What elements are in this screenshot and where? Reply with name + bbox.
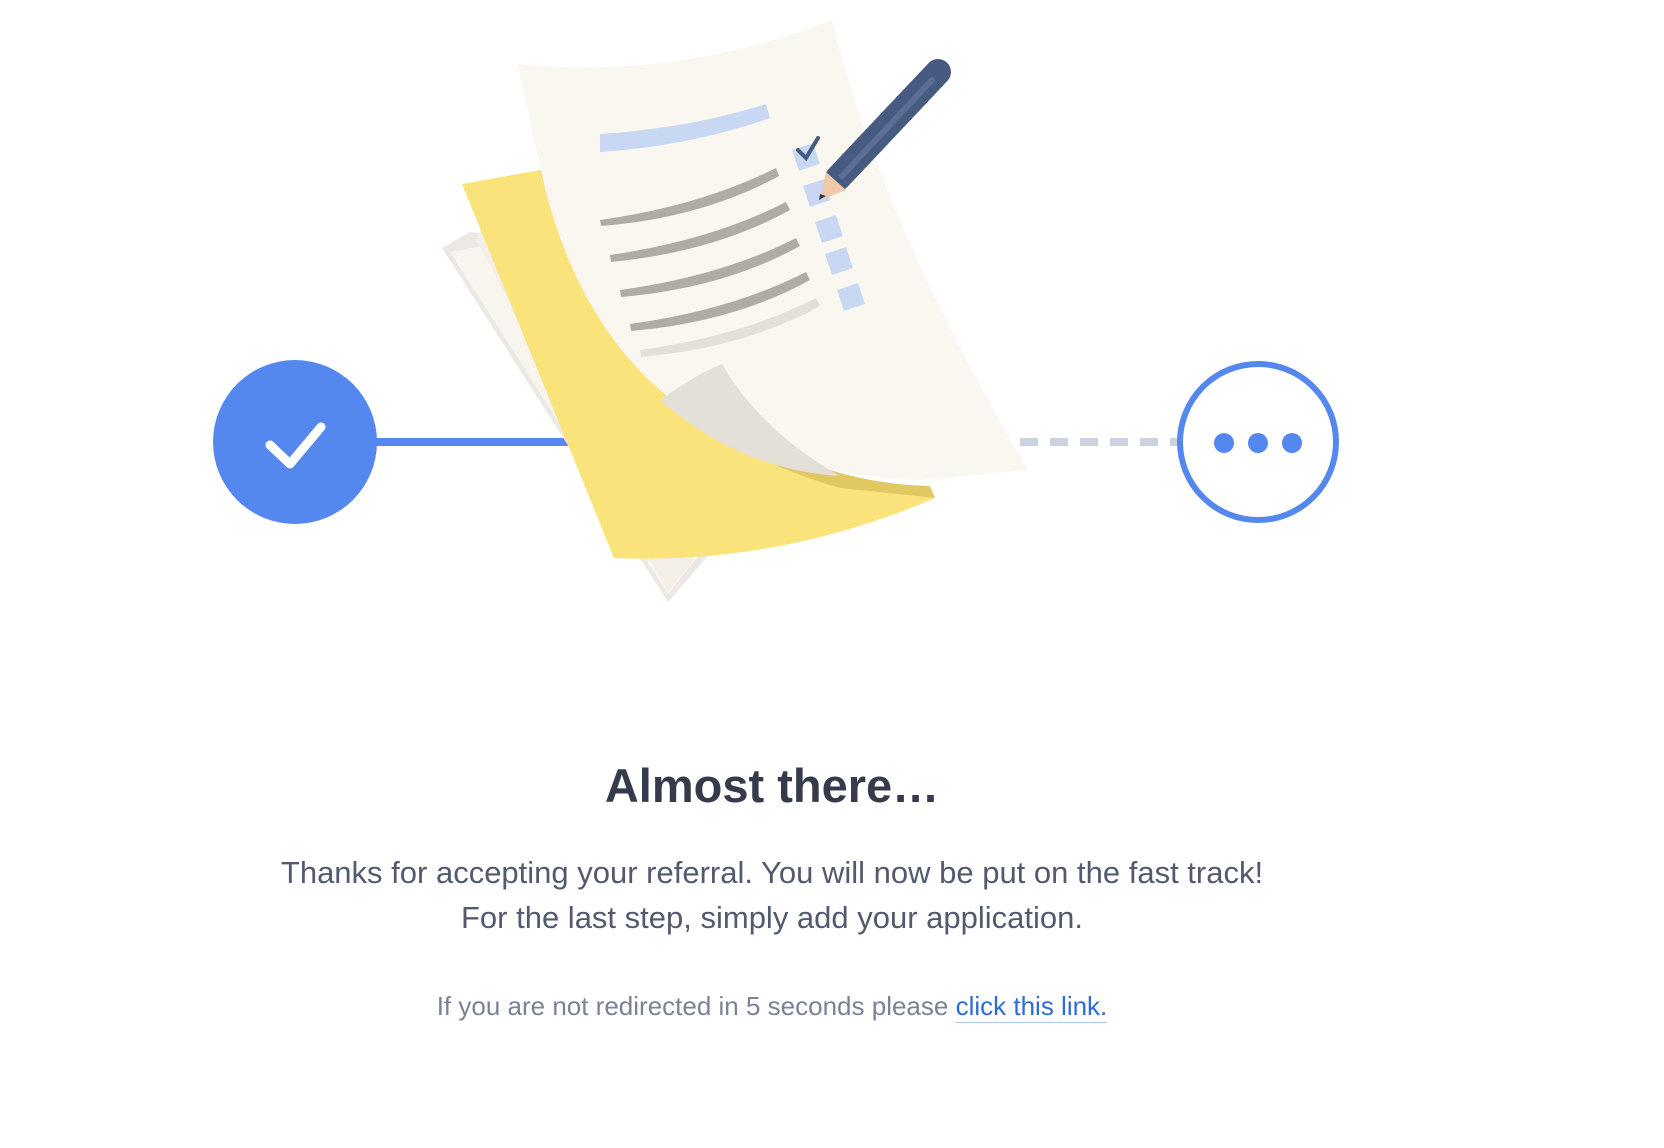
progress-illustration — [0, 0, 1664, 640]
redirect-text: If you are not redirected in 5 seconds p… — [436, 991, 956, 1021]
document-illustration — [442, 20, 1028, 602]
redirect-link[interactable]: click this link. — [955, 991, 1108, 1023]
ellipsis-icon — [1214, 433, 1302, 453]
confirmation-message: Thanks for accepting your referral. You … — [0, 850, 1544, 940]
redirect-notice: If you are not redirected in 5 seconds p… — [0, 988, 1544, 1024]
message-line-1: Thanks for accepting your referral. You … — [280, 855, 1264, 890]
message-line-2: For the last step, simply add your appli… — [460, 900, 1084, 935]
step-completed-indicator — [213, 360, 377, 524]
page-title: Almost there… — [604, 759, 940, 812]
step-pending-indicator — [1177, 361, 1339, 523]
progress-graphic — [213, 20, 1339, 602]
